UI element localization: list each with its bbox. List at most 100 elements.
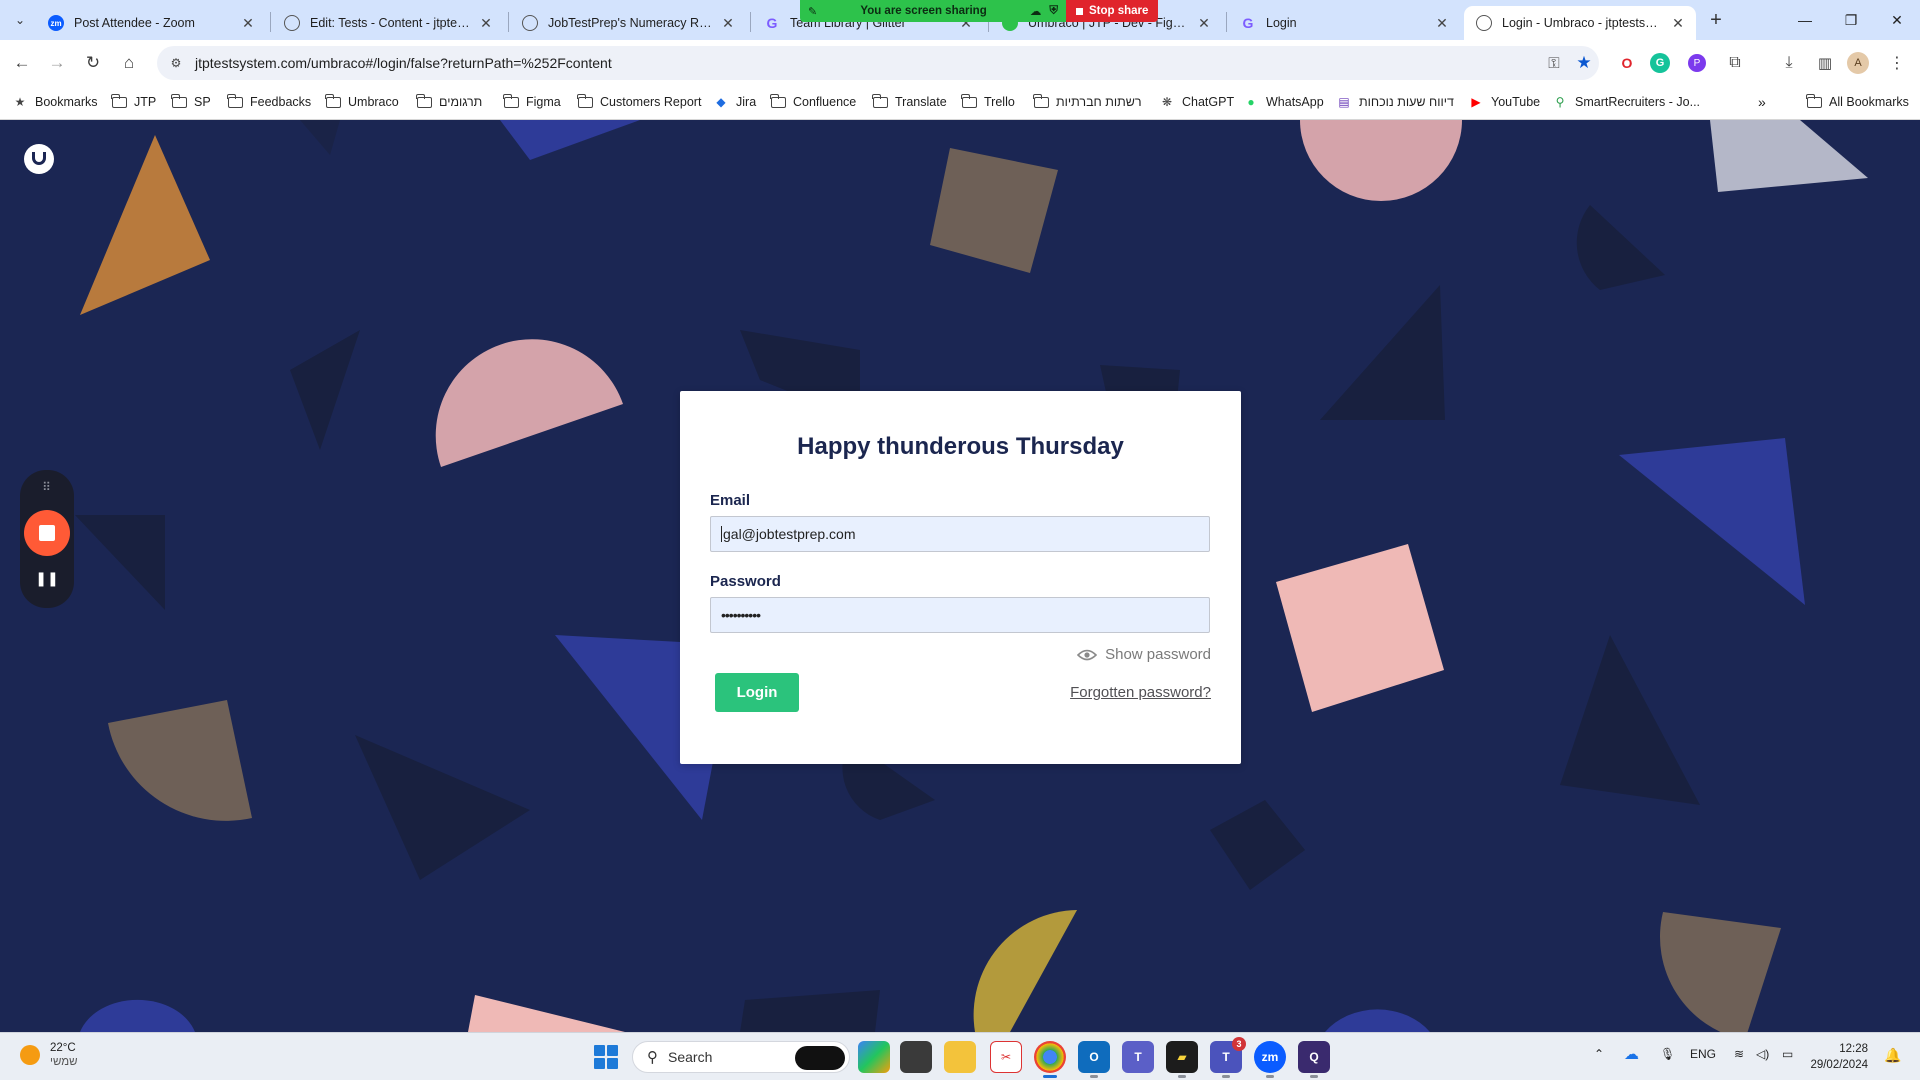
chatgpt-icon: ❋: [1161, 95, 1173, 109]
stop-share-label: Stop share: [1089, 5, 1149, 17]
bookmark-attendance[interactable]: ▤ דיווח שעות נוכחות: [1336, 91, 1454, 113]
bg-shape: [1576, 205, 1665, 290]
weather-widget[interactable]: 22°C שמשי: [20, 1041, 78, 1069]
bookmark-folder-feedbacks[interactable]: Feedbacks: [227, 91, 311, 113]
zoom-icon: zm: [48, 15, 64, 31]
bookmark-folder-trello[interactable]: Trello: [961, 91, 1015, 113]
copilot-icon[interactable]: [858, 1041, 890, 1073]
grammarly-extension-icon[interactable]: G: [1650, 53, 1670, 73]
reload-button[interactable]: ↻: [78, 48, 108, 78]
close-icon[interactable]: ✕: [1670, 15, 1686, 31]
close-icon[interactable]: ✕: [720, 15, 736, 31]
forgot-password-link[interactable]: Forgotten password?: [1070, 684, 1211, 701]
extension-icon[interactable]: P: [1688, 54, 1706, 72]
bookmark-jira[interactable]: ◆ Jira: [713, 91, 756, 113]
tab-login[interactable]: G Login ✕: [1228, 6, 1460, 40]
close-icon[interactable]: ✕: [1434, 15, 1450, 31]
chrome-icon[interactable]: [1034, 1041, 1066, 1078]
close-window-button[interactable]: ✕: [1874, 0, 1920, 40]
bookmark-folder-translate[interactable]: Translate: [872, 91, 947, 113]
url-text[interactable]: jtptestsystem.com/umbraco#/login/false?r…: [189, 55, 1539, 71]
home-button[interactable]: ⌂: [114, 48, 144, 78]
all-bookmarks-button[interactable]: All Bookmarks: [1806, 91, 1909, 113]
new-tab-button[interactable]: +: [1704, 8, 1728, 32]
password-field[interactable]: ••••••••••: [710, 597, 1210, 633]
minimize-button[interactable]: —: [1782, 0, 1828, 40]
outlook-icon[interactable]: O: [1078, 1041, 1110, 1078]
task-view-icon[interactable]: [900, 1041, 932, 1073]
app-icon[interactable]: Q: [1298, 1041, 1330, 1078]
sheet-icon: ▤: [1338, 95, 1350, 109]
clock-date: 29/02/2024: [1810, 1059, 1868, 1071]
text-caret: [721, 526, 722, 542]
tab-login-umbraco[interactable]: Login - Umbraco - jtptestsystem ✕: [1464, 6, 1696, 40]
menu-kebab-icon[interactable]: ⋮: [1884, 50, 1910, 76]
glitter-icon: G: [1242, 15, 1254, 31]
bookmark-label: All Bookmarks: [1829, 95, 1909, 109]
extensions-puzzle-icon[interactable]: ⧉: [1722, 50, 1748, 76]
teams-icon[interactable]: T3: [1210, 1037, 1246, 1078]
microphone-icon[interactable]: 🎙: [1660, 1047, 1675, 1061]
opera-extension-icon[interactable]: O: [1614, 50, 1640, 76]
bg-shape: [355, 735, 530, 880]
forward-button[interactable]: →: [42, 48, 72, 78]
back-button[interactable]: ←: [7, 48, 37, 78]
teams-personal-icon[interactable]: T: [1122, 1041, 1154, 1073]
close-icon[interactable]: ✕: [240, 15, 256, 31]
screen-share-bar: ✎ You are screen sharing ☁ ⛨ Stop share: [800, 0, 1159, 22]
bookmark-smartrecruiters[interactable]: ⚲ SmartRecruiters - Jo...: [1552, 91, 1700, 113]
system-clock[interactable]: 12:28 29/02/2024: [1808, 1041, 1868, 1073]
bookmark-chatgpt[interactable]: ❋ ChatGPT: [1159, 91, 1234, 113]
bookmark-item[interactable]: ★ Bookmarks: [12, 91, 98, 113]
folder-icon: [171, 93, 187, 109]
tab-numeracy-review[interactable]: JobTestPrep's Numeracy Review ✕: [510, 6, 746, 40]
chevron-up-icon[interactable]: ⌃: [1594, 1047, 1604, 1061]
wifi-icon[interactable]: ≋: [1734, 1047, 1744, 1061]
restore-button[interactable]: ❐: [1828, 0, 1874, 40]
tab-edit-tests[interactable]: Edit: Tests - Content - jtptestsys ✕: [272, 6, 504, 40]
side-panel-icon[interactable]: ▥: [1812, 50, 1838, 76]
close-icon[interactable]: ✕: [1196, 15, 1212, 31]
volume-icon[interactable]: ◁): [1756, 1047, 1769, 1061]
notification-bell-icon[interactable]: 🔔: [1884, 1047, 1901, 1064]
stop-recording-button[interactable]: [24, 510, 70, 556]
email-field[interactable]: gal@jobtestprep.com: [710, 516, 1210, 552]
start-button[interactable]: [594, 1045, 618, 1069]
tab-search-button[interactable]: ⌄: [8, 8, 32, 32]
folder-icon: [1806, 93, 1822, 109]
chevron-down-icon: ⌄: [14, 13, 26, 27]
bookmark-folder-translations[interactable]: תרגומים: [416, 91, 482, 113]
tab-zoom[interactable]: zm Post Attendee - Zoom ✕: [36, 6, 266, 40]
language-indicator[interactable]: ENG: [1690, 1047, 1716, 1061]
sticky-notes-icon[interactable]: ▰: [1166, 1041, 1198, 1078]
bookmark-folder-figma[interactable]: Figma: [503, 91, 561, 113]
bookmark-whatsapp[interactable]: ● WhatsApp: [1243, 91, 1323, 113]
zoom-icon[interactable]: zm: [1254, 1041, 1286, 1078]
snipping-tool-icon[interactable]: ✂: [990, 1041, 1022, 1073]
bookmarks-overflow-button[interactable]: »: [1758, 91, 1766, 113]
pause-recording-button[interactable]: ❚❚: [20, 570, 74, 587]
bookmark-star-icon[interactable]: ★: [1569, 53, 1599, 73]
onedrive-icon[interactable]: ☁: [1624, 1045, 1639, 1063]
stop-share-button[interactable]: Stop share: [1066, 0, 1159, 22]
profile-avatar[interactable]: A: [1847, 52, 1869, 74]
show-password-toggle[interactable]: Show password: [1077, 646, 1211, 663]
bookmark-folder-social[interactable]: רשתות חברתיות: [1033, 91, 1142, 113]
key-icon[interactable]: ⚿: [1539, 55, 1569, 72]
address-bar[interactable]: ⚙ jtptestsystem.com/umbraco#/login/false…: [157, 46, 1599, 80]
file-explorer-icon[interactable]: [944, 1041, 976, 1073]
taskbar-search[interactable]: ⚲ Search: [632, 1041, 850, 1073]
close-icon[interactable]: ✕: [478, 15, 494, 31]
bookmark-folder-sp[interactable]: SP: [171, 91, 211, 113]
bookmark-folder-umbraco[interactable]: Umbraco: [325, 91, 399, 113]
battery-icon[interactable]: ▭: [1782, 1047, 1793, 1061]
download-icon[interactable]: ⤓: [1776, 50, 1802, 76]
drag-handle-icon[interactable]: ⠿: [20, 480, 74, 494]
bookmark-youtube[interactable]: ▶ YouTube: [1468, 91, 1540, 113]
bookmark-folder-customers-report[interactable]: Customers Report: [577, 91, 701, 113]
login-button[interactable]: Login: [715, 673, 799, 712]
site-info-icon[interactable]: ⚙: [163, 56, 189, 70]
tab-title: Login: [1266, 16, 1297, 30]
bookmark-folder-jtp[interactable]: JTP: [111, 91, 156, 113]
bookmark-folder-confluence[interactable]: Confluence: [770, 91, 856, 113]
